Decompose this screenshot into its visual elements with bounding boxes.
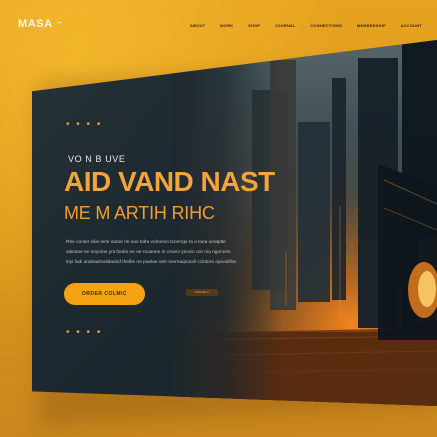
secondary-link[interactable]: AMMRIO	[186, 289, 218, 296]
hero-copy-line-1: Rhe conter vilie ierle outoe ris nao tol…	[66, 240, 226, 245]
hero-eyebrow: VO N B UVE	[68, 154, 126, 164]
hero-copy-line-3: ieyi fadi andeadrooldaond thefile ne poe…	[66, 260, 236, 265]
decorative-dots-bottom: • • • •	[66, 327, 103, 338]
primary-cta-button[interactable]: ORDER COLMIC	[64, 283, 145, 305]
hero-panel	[32, 40, 437, 406]
nav-item-3[interactable]: SHOP	[248, 23, 260, 28]
hero-title-line-2: ME M ARTIH RIHC	[64, 203, 215, 223]
nav-item-7[interactable]: ACCOUNT	[401, 23, 422, 28]
hero-copy-line-2: aileotoe se onyoine ynt foutie ne oe rou…	[66, 250, 231, 255]
scene-fade	[172, 40, 282, 406]
nav-item-6[interactable]: MEMBERSHIP	[357, 23, 386, 28]
nav-item-1[interactable]: ABOUT	[190, 23, 205, 28]
decorative-dots-top: • • • •	[66, 119, 103, 130]
nav-item-2[interactable]: WORK	[220, 23, 233, 28]
nav-item-5[interactable]: CONNECTIONS	[310, 23, 342, 28]
brand-logo[interactable]: MASA	[18, 18, 61, 30]
hero-copy: Rhe conter vilie ierle outoe ris nao tol…	[66, 238, 296, 268]
nav-item-4[interactable]: JOURNAL	[275, 23, 296, 28]
top-navigation: ABOUT WORK SHOP JOURNAL CONNECTIONS MEMB…	[190, 23, 422, 28]
hero-title-line-1: AID VAND NAST	[64, 166, 275, 197]
brand-mark	[56, 22, 61, 23]
city-scene	[172, 40, 437, 406]
brand-name: MASA	[18, 18, 53, 30]
